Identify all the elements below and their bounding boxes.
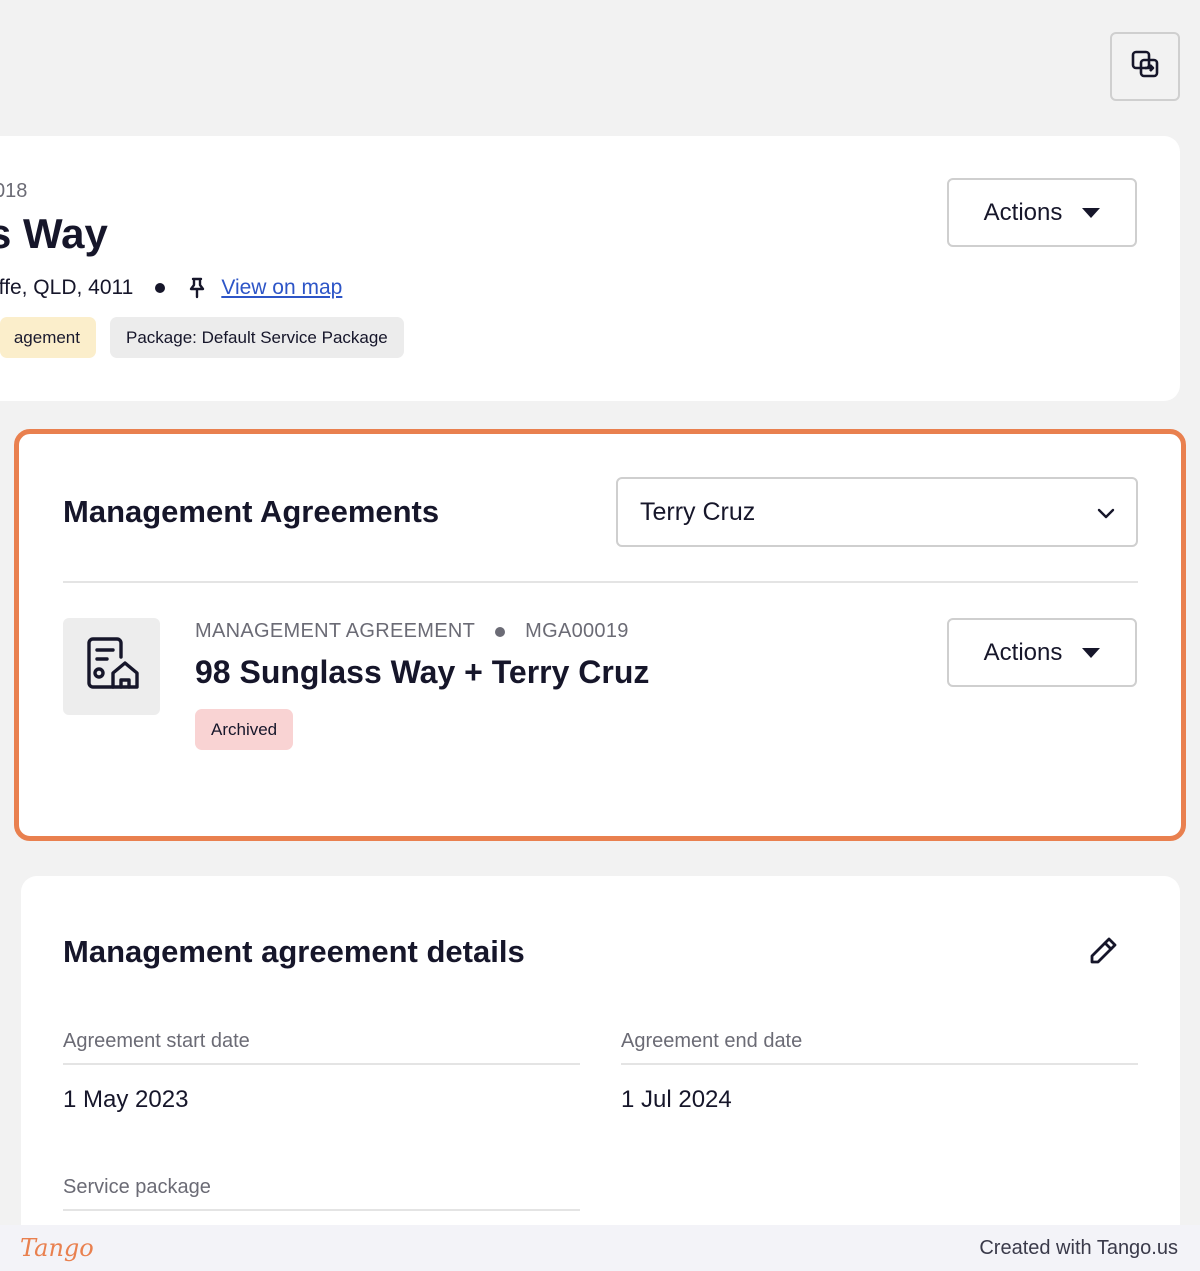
field-divider: [63, 1209, 580, 1211]
property-id: 018: [0, 180, 28, 202]
agreement-document-icon-tile: [63, 618, 160, 715]
document-house-icon: [83, 635, 141, 698]
start-date-value: 1 May 2023: [63, 1086, 189, 1113]
tango-logo: Tango: [20, 1234, 94, 1262]
package-tag: Package: Default Service Package: [110, 317, 404, 358]
separator-dot: [155, 283, 166, 293]
start-date-label: Agreement start date: [63, 1030, 250, 1052]
separator-dot: [495, 626, 506, 637]
field-divider: [63, 1063, 580, 1065]
divider: [63, 581, 1138, 583]
edit-button[interactable]: [1084, 934, 1122, 972]
agreement-meta: MANAGEMENT AGREEMENT MGA00019: [195, 620, 629, 643]
caret-down-icon: [1082, 207, 1101, 218]
management-tag: agement: [0, 317, 96, 358]
view-on-map-link[interactable]: View on map: [221, 276, 342, 300]
map-pin-icon: [187, 277, 207, 299]
service-package-label: Service package: [63, 1176, 211, 1198]
pencil-icon: [1087, 935, 1119, 972]
end-date-value: 1 Jul 2024: [621, 1086, 732, 1113]
field-divider: [621, 1063, 1138, 1065]
agreement-name: 98 Sunglass Way + Terry Cruz: [195, 654, 650, 690]
property-card: [0, 136, 1180, 401]
actions-label: Actions: [983, 638, 1063, 666]
footer: Tango Created with Tango.us: [0, 1225, 1200, 1271]
owner-select[interactable]: Terry Cruz: [616, 477, 1138, 547]
agreement-code: MGA00019: [525, 620, 629, 642]
chevron-down-icon: [1096, 498, 1116, 527]
status-badge: Archived: [195, 709, 294, 750]
actions-label: Actions: [983, 198, 1063, 226]
agreement-actions-button[interactable]: Actions: [947, 618, 1137, 687]
section-title: Management Agreements: [63, 494, 440, 529]
footer-credit: Created with Tango.us: [979, 1236, 1178, 1259]
agreement-type: MANAGEMENT AGREEMENT: [195, 620, 476, 642]
details-title: Management agreement details: [63, 934, 525, 969]
property-address: iffe, QLD, 4011: [0, 276, 134, 299]
caret-down-icon: [1082, 647, 1101, 658]
property-actions-button[interactable]: Actions: [947, 178, 1137, 247]
copy-button[interactable]: [1110, 32, 1180, 101]
property-address-row: iffe, QLD, 4011 View on map: [0, 276, 342, 300]
property-title: s Way: [0, 210, 108, 257]
owner-select-value: Terry Cruz: [640, 497, 756, 526]
end-date-label: Agreement end date: [621, 1030, 803, 1052]
copy-arrow-icon: [1130, 49, 1160, 84]
